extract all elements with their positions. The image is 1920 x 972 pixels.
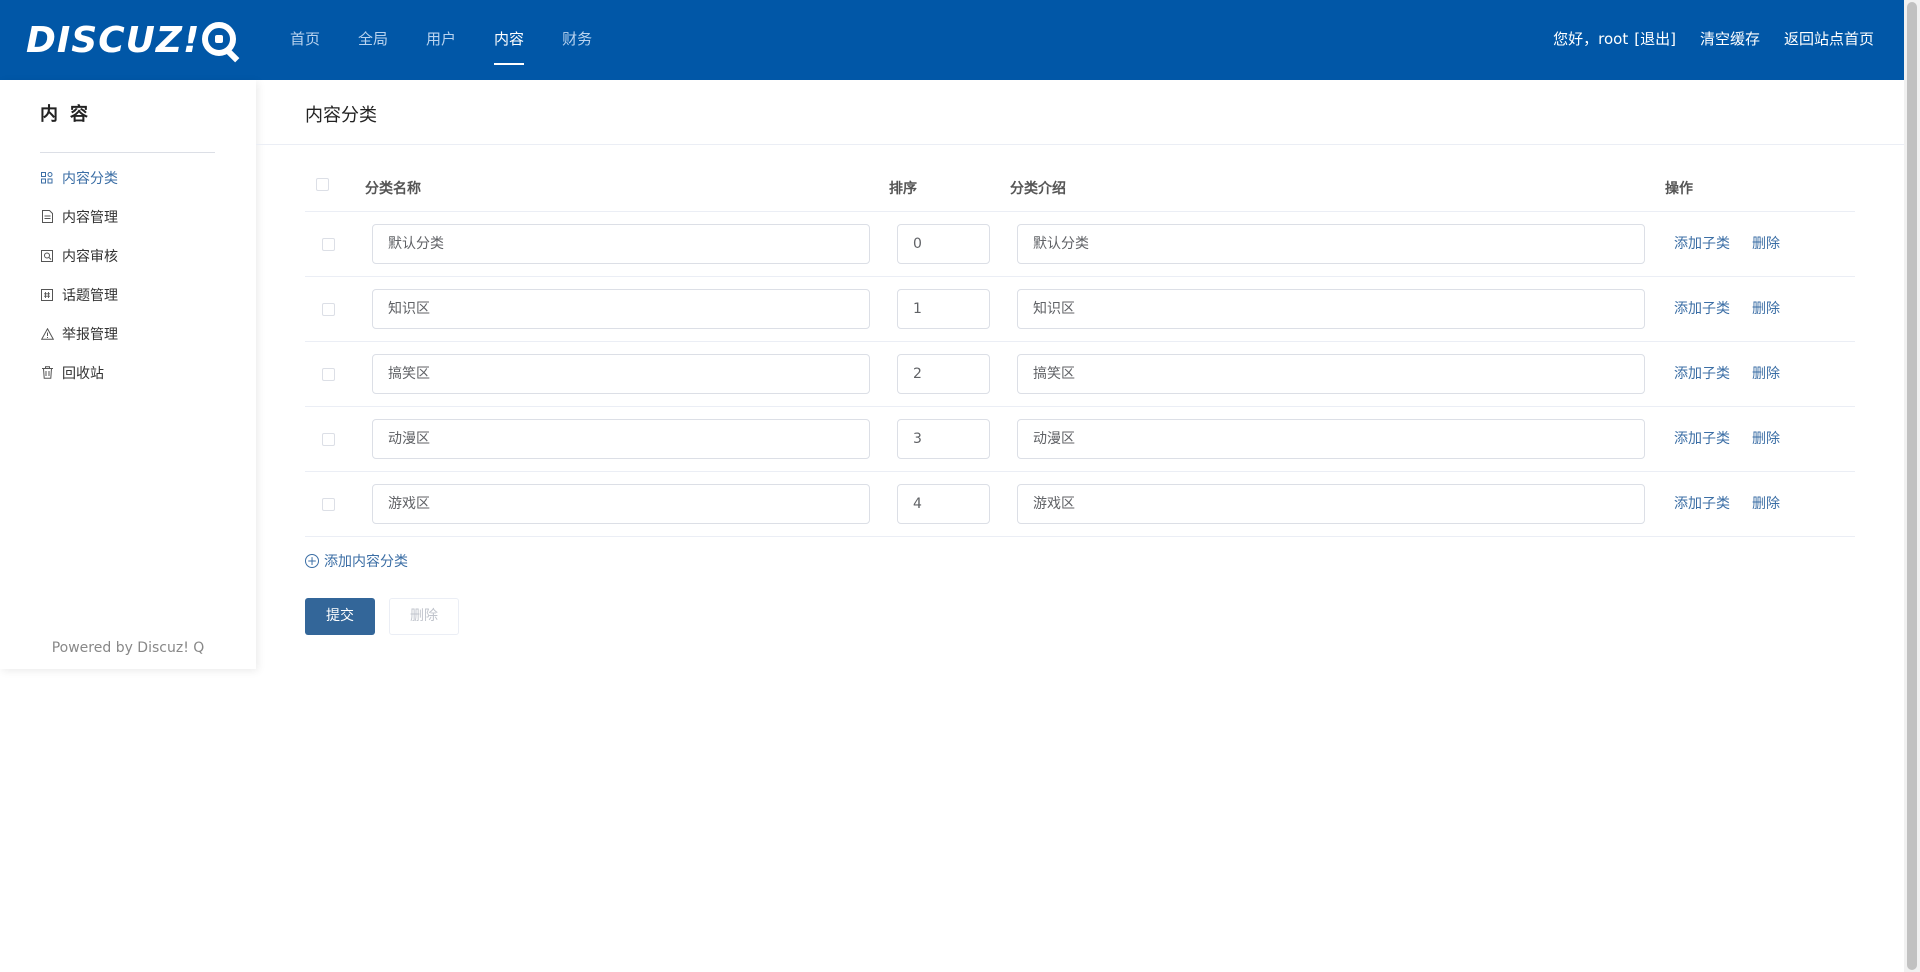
table-row: 游戏区 4 游戏区 添加子类 删除 — [305, 472, 1855, 537]
table-header: 分类名称 排序 分类介绍 操作 — [305, 164, 1855, 212]
sidebar-title: 内容 — [40, 104, 100, 125]
row-checkbox[interactable] — [322, 368, 335, 381]
table-row: 知识区 1 知识区 添加子类 删除 — [305, 277, 1855, 342]
sidebar-item-review[interactable]: 内容审核 — [40, 236, 118, 275]
page-title: 内容分类 — [305, 105, 377, 126]
sidebar-item-label: 话题管理 — [62, 287, 118, 304]
category-order-input[interactable]: 2 — [897, 354, 990, 394]
topic-icon — [40, 288, 54, 302]
discuz-q-logo[interactable]: DISCUZ! — [26, 18, 237, 61]
add-subcategory-link[interactable]: 添加子类 — [1674, 342, 1730, 407]
category-order-input[interactable]: 4 — [897, 484, 990, 524]
nav-users[interactable]: 用户 — [426, 0, 456, 80]
category-table: 分类名称 排序 分类介绍 操作 默认分类 0 默认分类 添加子类 删除 知识区 … — [305, 164, 1855, 537]
category-desc-input[interactable]: 知识区 — [1017, 289, 1645, 329]
category-desc-input[interactable]: 搞笑区 — [1017, 354, 1645, 394]
column-ops-header: 操作 — [1665, 180, 1693, 197]
delete-row-link[interactable]: 删除 — [1752, 342, 1780, 407]
review-icon — [40, 249, 54, 263]
top-nav: 首页 全局 用户 内容 财务 — [290, 0, 630, 80]
vertical-scrollbar[interactable] — [1904, 0, 1920, 972]
trash-icon — [40, 366, 54, 380]
row-checkbox[interactable] — [322, 238, 335, 251]
delete-row-link[interactable]: 删除 — [1752, 407, 1780, 472]
select-all-checkbox[interactable] — [316, 178, 329, 191]
sidebar-divider — [40, 152, 215, 153]
column-desc-header: 分类介绍 — [1010, 180, 1066, 197]
category-desc-input[interactable]: 游戏区 — [1017, 484, 1645, 524]
q-logo-mark — [202, 22, 237, 56]
category-icon — [40, 171, 54, 185]
delete-row-link[interactable]: 删除 — [1752, 212, 1780, 277]
plus-circle-icon: + — [305, 554, 319, 568]
category-name-input[interactable]: 知识区 — [372, 289, 870, 329]
greeting-text: 您好，root — [1553, 30, 1629, 48]
column-name-header: 分类名称 — [365, 180, 421, 197]
row-checkbox[interactable] — [322, 498, 335, 511]
sidebar-item-topic[interactable]: 话题管理 — [40, 275, 118, 314]
sidebar-item-report[interactable]: 举报管理 — [40, 314, 118, 353]
category-name-input[interactable]: 默认分类 — [372, 224, 870, 264]
table-row: 默认分类 0 默认分类 添加子类 删除 — [305, 212, 1855, 277]
add-subcategory-link[interactable]: 添加子类 — [1674, 277, 1730, 342]
delete-row-link[interactable]: 删除 — [1752, 472, 1780, 537]
category-order-input[interactable]: 1 — [897, 289, 990, 329]
add-category-label: 添加内容分类 — [324, 554, 408, 570]
sidebar-item-content-manage[interactable]: 内容管理 — [40, 197, 118, 236]
table-row: 动漫区 3 动漫区 添加子类 删除 — [305, 407, 1855, 472]
add-subcategory-link[interactable]: 添加子类 — [1674, 212, 1730, 277]
sidebar-item-label: 内容分类 — [62, 170, 118, 187]
sidebar-item-label: 内容审核 — [62, 248, 118, 265]
nav-home[interactable]: 首页 — [290, 0, 320, 80]
powered-by-text: Powered by Discuz! Q — [51, 640, 205, 656]
add-category-link[interactable]: + 添加内容分类 — [305, 551, 408, 571]
row-checkbox[interactable] — [322, 433, 335, 446]
clear-cache-link[interactable]: 清空缓存 — [1700, 0, 1760, 80]
sidebar: 内容 内容分类 内容管理 内容审核 话题管理 举报管理 回收站 Powered … — [0, 80, 256, 669]
category-desc-input[interactable]: 动漫区 — [1017, 419, 1645, 459]
category-desc-input[interactable]: 默认分类 — [1017, 224, 1645, 264]
top-right-links: 您好，root [退出] 清空缓存 返回站点首页 — [1553, 0, 1874, 80]
submit-button[interactable]: 提交 — [305, 598, 375, 635]
sidebar-item-label: 回收站 — [62, 365, 104, 382]
add-subcategory-link[interactable]: 添加子类 — [1674, 407, 1730, 472]
column-order-header: 排序 — [889, 180, 917, 197]
logout-link[interactable]: [退出] — [1634, 0, 1676, 80]
category-name-input[interactable]: 游戏区 — [372, 484, 870, 524]
top-bar: DISCUZ! 首页 全局 用户 内容 财务 您好，root [退出] 清空缓存… — [0, 0, 1904, 80]
nav-content[interactable]: 内容 — [494, 0, 525, 80]
document-icon — [40, 210, 54, 224]
row-checkbox[interactable] — [322, 303, 335, 316]
nav-finance[interactable]: 财务 — [562, 0, 592, 80]
bulk-delete-button[interactable]: 删除 — [389, 598, 459, 635]
sidebar-item-trash[interactable]: 回收站 — [40, 353, 118, 392]
sidebar-item-label: 举报管理 — [62, 326, 118, 343]
category-order-input[interactable]: 0 — [897, 224, 990, 264]
table-row: 搞笑区 2 搞笑区 添加子类 删除 — [305, 342, 1855, 407]
warning-icon — [40, 327, 54, 341]
category-order-input[interactable]: 3 — [897, 419, 990, 459]
title-divider — [256, 144, 1904, 145]
sidebar-item-category[interactable]: 内容分类 — [40, 158, 118, 197]
sidebar-item-label: 内容管理 — [62, 209, 118, 226]
scrollbar-thumb[interactable] — [1907, 2, 1917, 970]
back-home-link[interactable]: 返回站点首页 — [1784, 0, 1874, 80]
nav-global[interactable]: 全局 — [358, 0, 388, 80]
category-name-input[interactable]: 搞笑区 — [372, 354, 870, 394]
category-name-input[interactable]: 动漫区 — [372, 419, 870, 459]
sidebar-menu: 内容分类 内容管理 内容审核 话题管理 举报管理 回收站 — [40, 158, 118, 392]
delete-row-link[interactable]: 删除 — [1752, 277, 1780, 342]
add-subcategory-link[interactable]: 添加子类 — [1674, 472, 1730, 537]
